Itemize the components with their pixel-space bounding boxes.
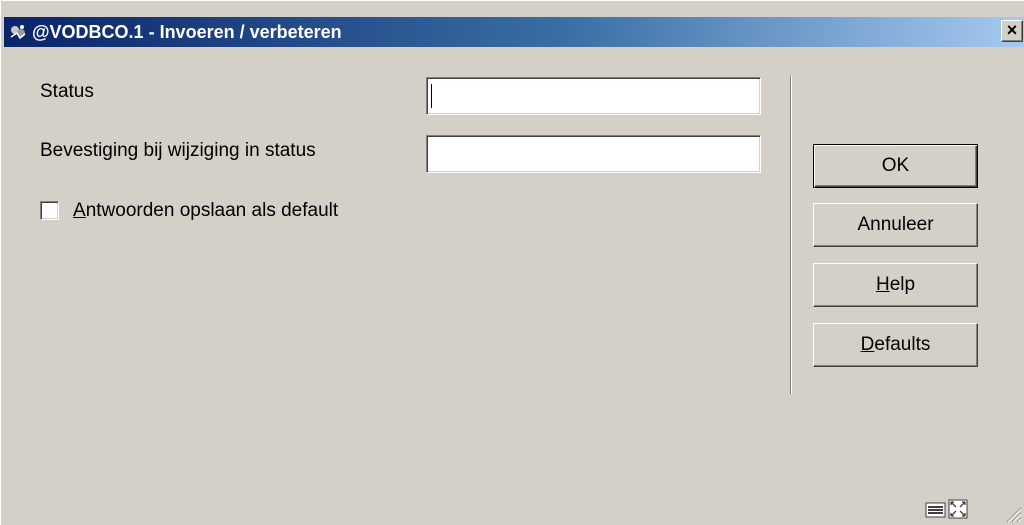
defaults-accel: D (860, 334, 875, 355)
fullscreen-icon[interactable] (948, 499, 968, 519)
vertical-separator (790, 76, 792, 394)
close-icon: × (1006, 20, 1018, 40)
title-bar[interactable]: @VODBCO.1 - Invoeren / verbeteren × (4, 17, 1024, 47)
close-button[interactable]: × (1001, 20, 1023, 42)
window-title: @VODBCO.1 - Invoeren / verbeteren (32, 22, 342, 42)
help-button[interactable]: Help (813, 263, 978, 307)
status-input[interactable] (426, 77, 761, 115)
status-icons (925, 499, 968, 519)
save-default-label[interactable]: Antwoorden opslaan als default (73, 200, 338, 222)
cancel-button[interactable]: Annuleer (813, 203, 978, 247)
ok-button[interactable]: OK (813, 144, 978, 188)
status-label: Status (40, 81, 94, 102)
help-label: elp (889, 274, 916, 295)
defaults-label: efaults (874, 334, 931, 355)
app-icon (10, 25, 26, 40)
defaults-button[interactable]: Defaults (813, 323, 978, 367)
text-caret (431, 84, 432, 108)
ok-label: OK (881, 155, 910, 176)
confirm-input[interactable] (426, 135, 761, 173)
save-default-text: ntwoorden opslaan als default (85, 200, 339, 221)
resize-grip-icon[interactable] (1005, 506, 1023, 524)
cancel-label: Annuleer (857, 214, 934, 235)
dialog-window: @VODBCO.1 - Invoeren / verbeteren × Stat… (0, 0, 1024, 525)
keyboard-icon[interactable] (925, 502, 946, 518)
save-default-accel: A (73, 200, 86, 221)
confirm-label: Bevestiging bij wijziging in status (40, 140, 316, 161)
help-accel: H (875, 274, 890, 295)
save-default-checkbox[interactable] (40, 201, 59, 220)
